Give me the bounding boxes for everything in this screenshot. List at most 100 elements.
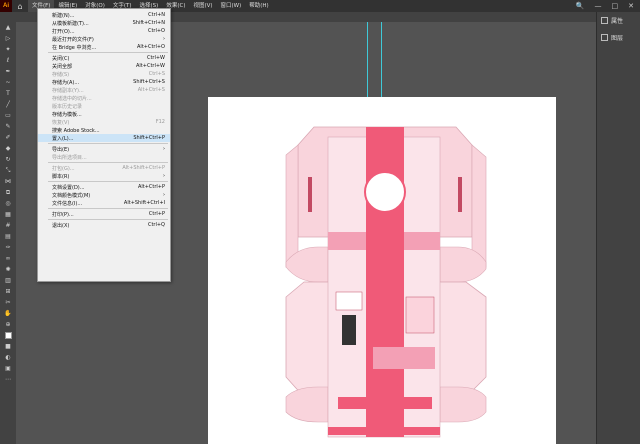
more-tools-icon[interactable]: ⋯ [3, 376, 13, 383]
menu-item-label: 存储为模板... [52, 111, 82, 118]
menu-item-shortcut: Ctrl+Q [147, 222, 165, 228]
fill-color-swatch[interactable] [4, 332, 12, 339]
file-menu-item[interactable]: 打开(O)... Ctrl+O [38, 27, 170, 35]
selection-tool-icon[interactable]: ▲ [3, 24, 13, 31]
file-menu-item[interactable]: 存储为(A)... Shift+Ctrl+S [38, 78, 170, 86]
menu-item-shortcut: Ctrl+W [146, 55, 165, 61]
artboard[interactable] [208, 97, 556, 444]
properties-icon [601, 17, 608, 24]
menu-window[interactable]: 窗口(W) [217, 0, 246, 12]
file-menu-item[interactable]: 从模板新建(T)... Shift+Ctrl+N [38, 19, 170, 27]
file-menu-item[interactable]: 关闭(C) Ctrl+W [38, 54, 170, 62]
menu-item-label: 在 Bridge 中浏览... [52, 44, 97, 51]
window-controls: 🔍 — □ ✕ [576, 0, 640, 12]
menu-item-label: 版本历史记录 [52, 103, 83, 110]
file-menu-item: 恢复(V) F12 [38, 118, 170, 126]
menu-item-label: 打印(P)... [52, 211, 74, 218]
illustrator-window: Ai ⌂ 文件(F) 编辑(E) 对象(O) 文字(T) 选择(S) 效果(C)… [0, 0, 640, 444]
close-icon[interactable]: ✕ [628, 2, 634, 10]
menu-item-shortcut: Shift+Ctrl+S [133, 79, 165, 85]
menu-item-label: 文件信息(I)... [52, 200, 83, 207]
eyedropper-tool-icon[interactable]: ✑ [3, 244, 13, 251]
search-icon[interactable]: 🔍 [576, 2, 585, 10]
blend-tool-icon[interactable]: ∞ [3, 255, 13, 262]
menu-item-label: 脚本(R) [52, 173, 70, 180]
app-logo-text: Ai [3, 3, 9, 9]
file-menu-item[interactable]: 置入(L)... Shift+Ctrl+P [38, 134, 170, 142]
file-menu-item[interactable]: 文档设置(D)... Alt+Ctrl+P [38, 183, 170, 191]
mesh-tool-icon[interactable]: # [3, 222, 13, 229]
color-mode-icon[interactable]: ■ [3, 343, 13, 350]
menu-separator [48, 208, 168, 209]
file-menu-item[interactable]: 在 Bridge 中浏览... Alt+Ctrl+O [38, 43, 170, 51]
magic-wand-tool-icon[interactable]: ✦ [3, 46, 13, 53]
file-menu-item[interactable]: 文件信息(I)... Alt+Shift+Ctrl+I [38, 199, 170, 207]
artboard-tool-icon[interactable]: ⊞ [3, 288, 13, 295]
menu-item-label: 搜索 Adobe Stock... [52, 127, 100, 134]
menu-item-shortcut: Alt+Ctrl+O [137, 44, 165, 50]
shaper-tool-icon[interactable]: ✐ [3, 134, 13, 141]
direct-selection-tool-icon[interactable]: ▷ [3, 35, 13, 42]
menu-item-label: 关闭(C) [52, 55, 70, 62]
shape-builder-tool-icon[interactable]: ◎ [3, 200, 13, 207]
pen-tool-icon[interactable]: ✒ [3, 68, 13, 75]
symbol-sprayer-tool-icon[interactable]: ✺ [3, 266, 13, 273]
tools-panel: ▲ ▷ ✦ ℓ ✒ ~ T ╱ ▭ ✎ ✐ ◆ ↻ ⤡ ⋈ ⧉ ◎ ▦ # ▤ … [0, 12, 16, 444]
perspective-grid-tool-icon[interactable]: ▦ [3, 211, 13, 218]
maximize-icon[interactable]: □ [612, 2, 619, 10]
rectangle-tool-icon[interactable]: ▭ [3, 112, 13, 119]
width-tool-icon[interactable]: ⋈ [3, 178, 13, 185]
menu-separator [48, 143, 168, 144]
rotate-tool-icon[interactable]: ↻ [3, 156, 13, 163]
screen-mode-icon[interactable]: ▣ [3, 365, 13, 372]
menu-item-shortcut: Ctrl+S [148, 71, 165, 77]
properties-label: 属性 [611, 18, 624, 25]
file-menu-item[interactable]: 脚本(R) › [38, 172, 170, 180]
menu-item-label: 打包(G)... [52, 165, 75, 172]
curvature-tool-icon[interactable]: ~ [3, 79, 13, 86]
menu-item-label: 文档颜色模式(M) [52, 192, 91, 199]
home-icon[interactable]: ⌂ [12, 0, 28, 12]
minimize-icon[interactable]: — [595, 2, 602, 10]
menu-item-label: 存储(S) [52, 71, 70, 78]
menu-item-label: 导出(E) [52, 146, 70, 153]
file-menu-item[interactable]: 搜索 Adobe Stock... [38, 126, 170, 134]
file-menu-item: 打包(G)... Alt+Shift+Ctrl+P [38, 164, 170, 172]
scale-tool-icon[interactable]: ⤡ [3, 167, 13, 174]
draw-mode-icon[interactable]: ◐ [3, 354, 13, 361]
file-menu-item[interactable]: 存储为模板... [38, 110, 170, 118]
slice-tool-icon[interactable]: ✂ [3, 299, 13, 306]
menu-help[interactable]: 帮助(H) [245, 0, 272, 12]
file-menu-dropdown: 新建(N)... Ctrl+N 从模板新建(T)... Shift+Ctrl+N 打开(… [37, 8, 171, 282]
file-menu-item[interactable]: 关闭全部 Alt+Ctrl+W [38, 62, 170, 70]
gradient-tool-icon[interactable]: ▤ [3, 233, 13, 240]
menu-item-label: 导出所选项目... [52, 154, 87, 161]
line-tool-icon[interactable]: ╱ [3, 101, 13, 108]
file-menu-item[interactable]: 文档颜色模式(M) › [38, 191, 170, 199]
paintbrush-tool-icon[interactable]: ✎ [3, 123, 13, 130]
file-menu-item[interactable]: 退出(X) Ctrl+Q [38, 221, 170, 229]
properties-panel-tab[interactable]: 属性 [597, 12, 640, 29]
menu-item-shortcut: Alt+Ctrl+S [137, 87, 165, 93]
layers-panel-tab[interactable]: 图层 [597, 29, 640, 46]
menu-item-label: 退出(X) [52, 222, 70, 229]
type-tool-icon[interactable]: T [3, 90, 13, 97]
graph-tool-icon[interactable]: ▥ [3, 277, 13, 284]
file-menu-item[interactable]: 最近打开的文件(F) › [38, 35, 170, 43]
free-transform-tool-icon[interactable]: ⧉ [3, 189, 13, 196]
menu-item-label: 最近打开的文件(F) [52, 36, 94, 43]
file-menu-item: 导出所选项目... [38, 153, 170, 161]
eraser-tool-icon[interactable]: ◆ [3, 145, 13, 152]
lasso-tool-icon[interactable]: ℓ [3, 57, 13, 64]
file-menu-item[interactable]: 新建(N)... Ctrl+N [38, 11, 170, 19]
file-menu-item[interactable]: 打印(P)... Ctrl+P [38, 210, 170, 218]
menu-item-label: 文档设置(D)... [52, 184, 85, 191]
menu-view[interactable]: 视图(V) [189, 0, 216, 12]
file-menu-item: 存储(S) Ctrl+S [38, 70, 170, 78]
menu-item-shortcut: Ctrl+N [148, 12, 165, 18]
menu-item-shortcut: Shift+Ctrl+N [132, 20, 165, 26]
zoom-tool-icon[interactable]: ⊕ [3, 321, 13, 328]
hand-tool-icon[interactable]: ✋ [3, 310, 13, 317]
file-menu-item[interactable]: 导出(E) › [38, 145, 170, 153]
menu-item-shortcut: Ctrl+O [147, 28, 165, 34]
